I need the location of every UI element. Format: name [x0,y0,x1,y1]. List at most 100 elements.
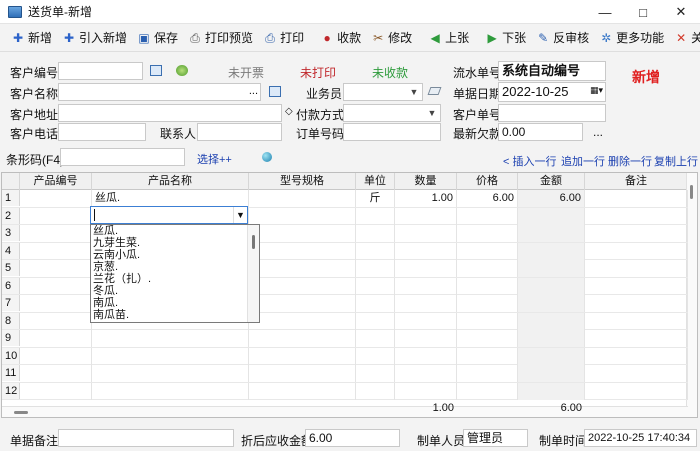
minimize-button[interactable]: — [586,0,624,24]
cell-code[interactable] [20,312,92,330]
cell-note[interactable] [585,382,688,400]
cell-code[interactable] [20,365,92,382]
cell-spec[interactable] [249,260,356,277]
column-header[interactable]: 产品名称 [92,173,249,190]
cell-unit[interactable] [356,225,395,242]
cell-amount[interactable] [518,207,585,225]
table-row[interactable]: 10 [2,347,688,365]
product-name-editor[interactable]: ▼ [90,206,248,224]
cell-unit[interactable] [356,260,395,277]
dropdown-option[interactable]: 丝瓜. [91,225,259,237]
cell-spec[interactable] [249,382,356,400]
cell-qty[interactable] [395,365,457,382]
cell-note[interactable] [585,295,688,312]
dropdown-option[interactable]: 兰花（扎）. [91,273,259,285]
cell-unit[interactable] [356,242,395,260]
globe-icon[interactable] [262,152,272,162]
cell-spec[interactable] [249,312,356,330]
edit-button[interactable]: ✂ 修改 [366,27,417,49]
more-button[interactable]: ✲ 更多功能 [594,27,669,49]
insert-row-link[interactable]: < 插入一行 [503,153,556,169]
cell-amount[interactable] [518,312,585,330]
cell-code[interactable] [20,190,92,207]
copy-row-link[interactable]: 复制上行 [654,153,698,169]
cell-spec[interactable] [249,295,356,312]
cell-qty[interactable] [395,225,457,242]
scroll-thumb[interactable] [690,185,693,199]
cell-amount[interactable] [518,365,585,382]
debt-ellipsis[interactable]: ... [593,125,603,139]
cell-qty[interactable] [395,242,457,260]
import-new-button[interactable]: ✚ 引入新增 [57,27,132,49]
cell-code[interactable] [20,207,92,225]
cell-spec[interactable] [249,225,356,242]
cell-unit[interactable] [356,207,395,225]
cell-note[interactable] [585,312,688,330]
dropdown-option[interactable]: 云南小瓜. [91,249,259,261]
cell-price[interactable] [457,330,518,347]
cell-amount[interactable] [518,382,585,400]
column-header[interactable]: 型号规格 [249,173,356,190]
cell-price[interactable] [457,225,518,242]
cell-unit[interactable] [356,382,395,400]
cell-note[interactable] [585,225,688,242]
cell-note[interactable] [585,190,688,207]
cell-price[interactable] [457,242,518,260]
append-row-link[interactable]: 追加一行 [561,153,605,169]
cell-price[interactable] [457,295,518,312]
dropdown-option[interactable]: 南瓜苗. [91,309,259,321]
table-row[interactable]: 9 [2,330,688,348]
cell-spec[interactable] [249,365,356,382]
cell-name[interactable]: 丝瓜. [92,190,249,207]
customer-code-input[interactable] [58,62,143,80]
unaudit-button[interactable]: ✎ 反审核 [531,27,594,49]
column-header[interactable]: 单位 [356,173,395,190]
cell-spec[interactable] [249,347,356,365]
product-dropdown-list[interactable]: 丝瓜. 九芽生菜. 云南小瓜. 京葱. 兰花（扎）. 冬瓜. 南瓜. 南瓜苗. [90,224,260,323]
cell-amount[interactable] [518,330,585,347]
cell-amount[interactable] [518,242,585,260]
dropdown-option[interactable]: 冬瓜. [91,285,259,297]
cell-qty[interactable] [395,277,457,295]
cell-price[interactable] [457,260,518,277]
cell-name[interactable] [92,330,249,347]
cell-amount[interactable] [518,347,585,365]
delete-row-link[interactable]: 删除一行 [608,153,652,169]
dropdown-option[interactable]: 九芽生菜. [91,237,259,249]
customer-doc-input[interactable] [498,104,606,122]
cell-amount[interactable] [518,295,585,312]
refresh-icon[interactable] [176,65,188,76]
customer-name-ellipsis[interactable]: ... [249,84,258,98]
cell-qty[interactable] [395,312,457,330]
save-button[interactable]: ▣ 保存 [132,27,183,49]
order-no-input[interactable] [343,123,441,141]
select-link[interactable]: 选择++ [197,151,232,167]
cell-price[interactable] [457,277,518,295]
cell-note[interactable] [585,207,688,225]
print-button[interactable]: ⎙ 打印 [258,27,309,49]
cell-price[interactable] [457,382,518,400]
cell-unit[interactable] [356,312,395,330]
cell-spec[interactable] [249,190,356,207]
cell-unit[interactable] [356,277,395,295]
new-button[interactable]: ✚ 新增 [6,27,57,49]
column-header[interactable]: 数量 [395,173,457,190]
cell-qty[interactable]: 1.00 [395,190,457,207]
cell-note[interactable] [585,347,688,365]
cell-name[interactable] [92,382,249,400]
prev-button[interactable]: ◀ 上张 [423,27,474,49]
cell-note[interactable] [585,242,688,260]
cell-unit[interactable]: 斤 [356,190,395,207]
cell-code[interactable] [20,277,92,295]
cell-amount[interactable] [518,277,585,295]
customer-address-input[interactable] [58,104,282,122]
lookup-icon[interactable] [150,65,162,76]
table-row[interactable]: 1 丝瓜. 斤 1.00 6.00 6.00 [2,190,688,208]
cell-code[interactable] [20,330,92,347]
cell-price[interactable] [457,312,518,330]
close-button[interactable]: ✕ 关闭 [669,27,700,49]
salesman-select[interactable]: ▼ [343,83,423,101]
cell-note[interactable] [585,260,688,277]
cell-note[interactable] [585,277,688,295]
collect-button[interactable]: ● 收款 [315,27,366,49]
